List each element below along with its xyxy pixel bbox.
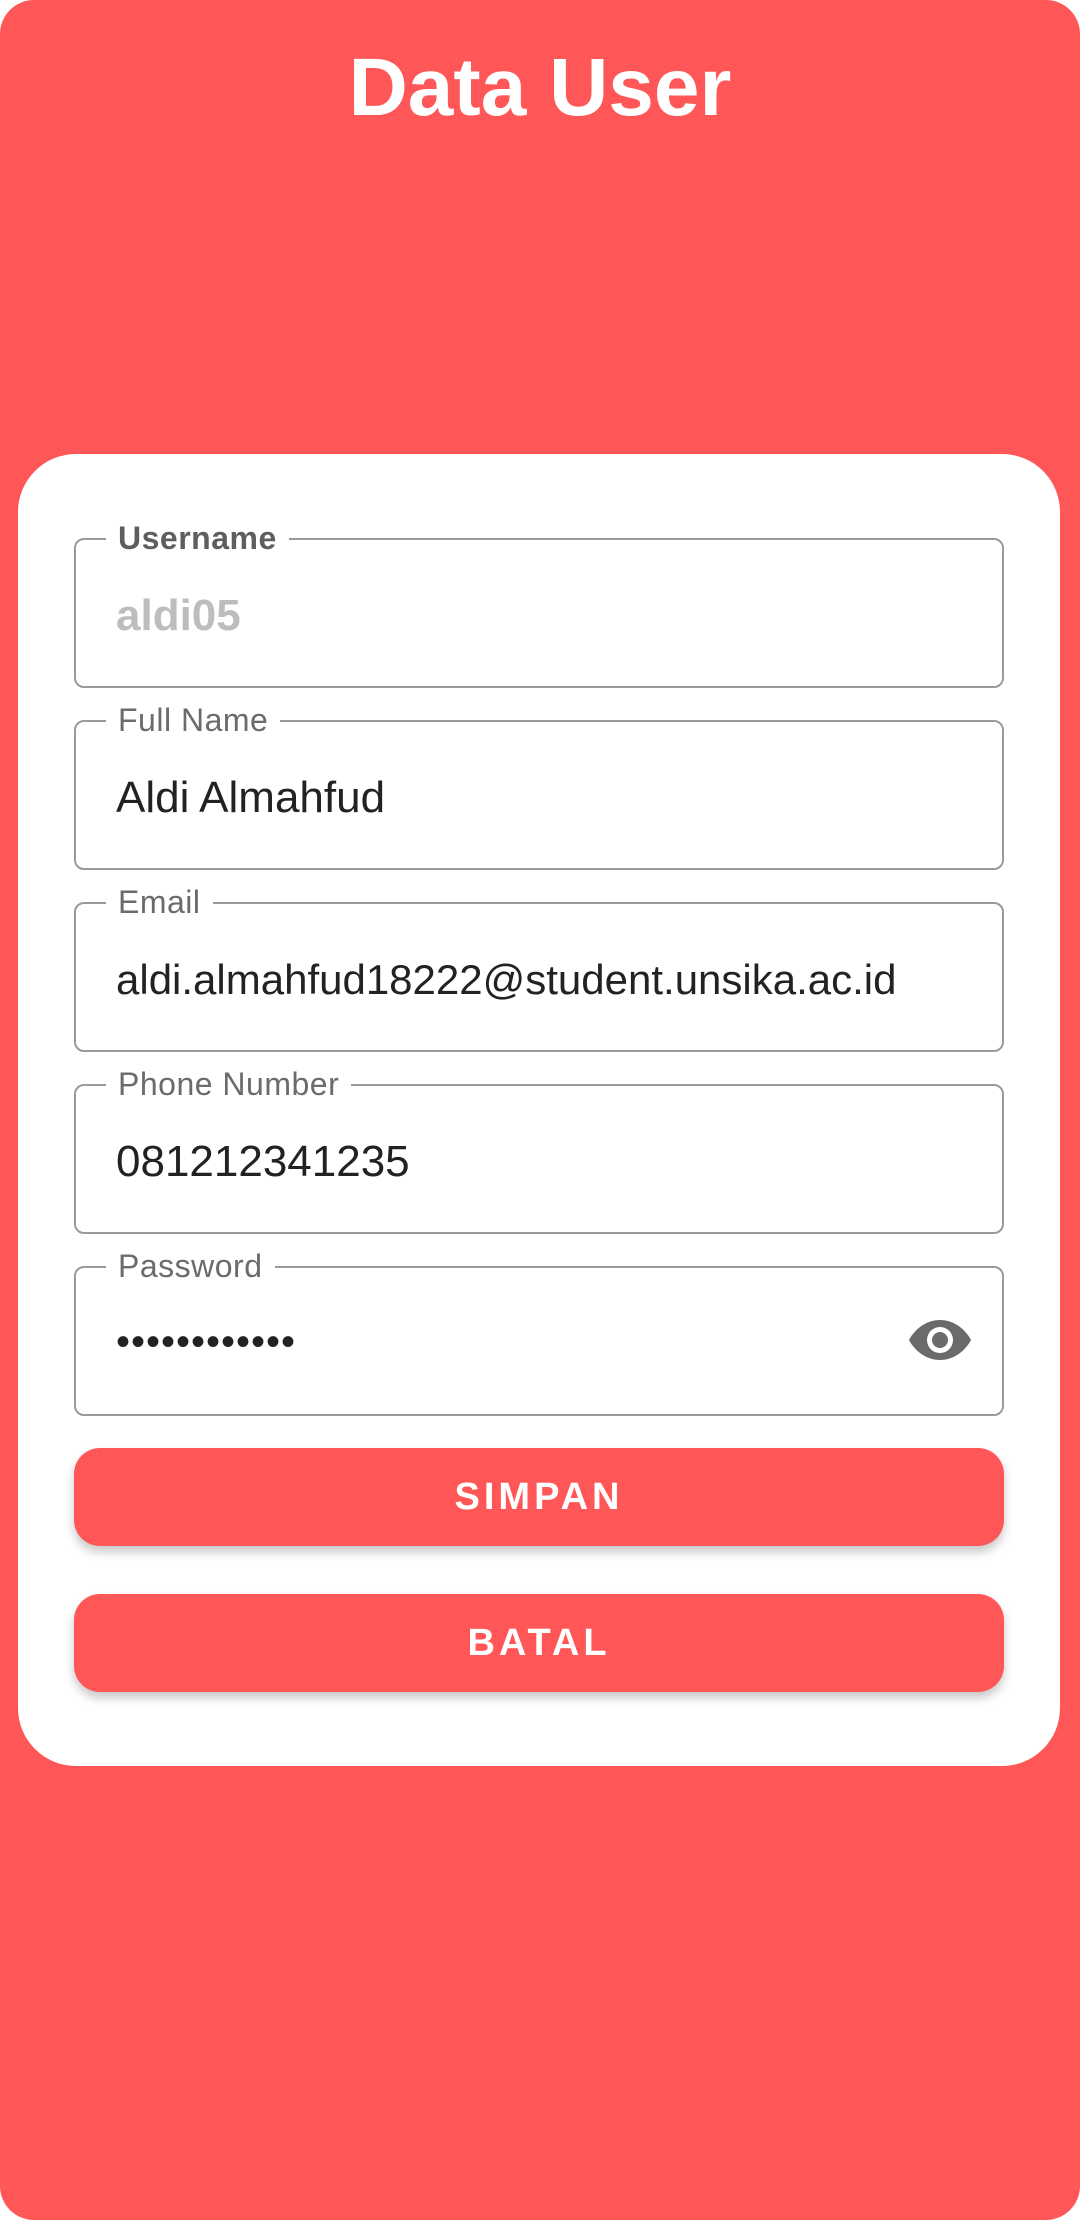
password-label: Password: [106, 1246, 275, 1286]
password-value[interactable]: ••••••••••••: [116, 1316, 972, 1368]
username-label: Username: [106, 518, 289, 558]
save-button[interactable]: SIMPAN: [74, 1448, 1004, 1546]
email-field[interactable]: Email aldi.almahfud18222@student.unsika.…: [74, 882, 1004, 1052]
phone-number-value[interactable]: 081212341235: [116, 1136, 972, 1188]
user-form-card: Username aldi05 Full Name Aldi Almahfud …: [18, 454, 1060, 1766]
app-screen: Data User Username aldi05 Full Name Aldi…: [0, 0, 1080, 2220]
full-name-value[interactable]: Aldi Almahfud: [116, 772, 972, 824]
full-name-label: Full Name: [106, 700, 281, 740]
email-label: Email: [106, 882, 213, 922]
username-field[interactable]: Username aldi05: [74, 518, 1004, 688]
password-field[interactable]: Password ••••••••••••: [74, 1246, 1004, 1416]
full-name-field[interactable]: Full Name Aldi Almahfud: [74, 700, 1004, 870]
phone-number-label: Phone Number: [106, 1064, 352, 1104]
cancel-button[interactable]: BATAL: [74, 1594, 1004, 1692]
page-title: Data User: [348, 42, 732, 133]
email-value[interactable]: aldi.almahfud18222@student.unsika.ac.id: [116, 954, 972, 1006]
phone-number-field[interactable]: Phone Number 081212341235: [74, 1064, 1004, 1234]
eye-icon[interactable]: [908, 1318, 972, 1362]
username-value: aldi05: [116, 591, 241, 640]
